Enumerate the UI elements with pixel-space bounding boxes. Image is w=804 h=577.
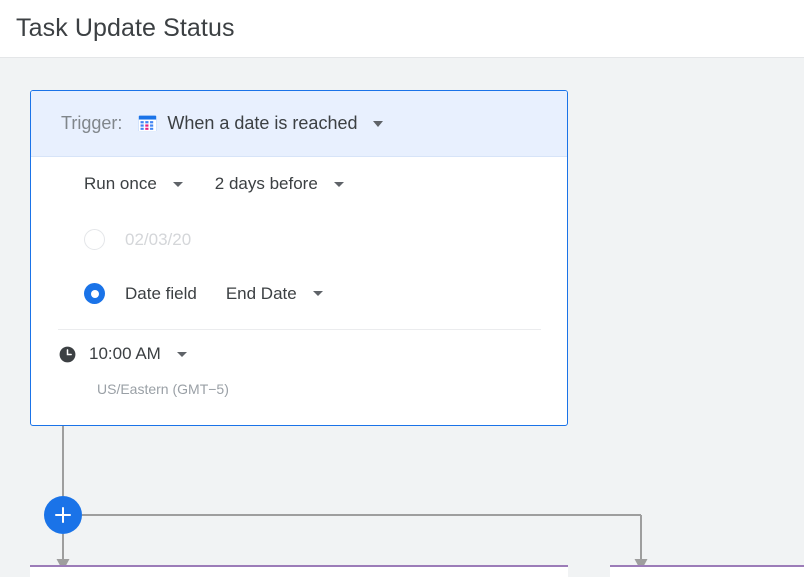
specific-date-option-row[interactable]: 02/03/20 xyxy=(31,229,191,250)
radio-date-field[interactable] xyxy=(84,283,105,304)
specific-date-value[interactable]: 02/03/20 xyxy=(125,230,191,250)
frequency-dropdown-label[interactable]: Run once xyxy=(84,174,157,194)
chevron-down-icon[interactable] xyxy=(373,120,384,127)
calendar-icon xyxy=(139,115,157,132)
trigger-label: Trigger: xyxy=(61,113,123,133)
date-field-dropdown-label[interactable]: End Date xyxy=(226,284,297,304)
time-dropdown-label[interactable]: 10:00 AM xyxy=(89,344,161,364)
trigger-card[interactable]: Trigger: When a date is reached Run once xyxy=(30,90,568,426)
app-header: Task Update Status xyxy=(0,0,804,58)
workflow-canvas: Trigger: When a date is reached Run once xyxy=(0,59,804,577)
frequency-chevron-down-icon[interactable] xyxy=(172,181,183,187)
radio-specific-date[interactable] xyxy=(84,229,105,250)
offset-chevron-down-icon[interactable] xyxy=(333,181,344,187)
page-title: Task Update Status xyxy=(16,14,235,42)
time-row: 10:00 AM xyxy=(31,344,187,364)
time-chevron-down-icon[interactable] xyxy=(176,351,187,357)
action-card-left[interactable] xyxy=(30,565,568,577)
trigger-card-header: Trigger: When a date is reached xyxy=(31,91,567,157)
date-field-label: Date field xyxy=(125,283,197,303)
schedule-row: Run once 2 days before xyxy=(31,174,344,194)
trigger-type-value[interactable]: When a date is reached xyxy=(167,113,357,134)
clock-icon xyxy=(59,346,76,362)
add-step-button[interactable] xyxy=(44,496,82,534)
date-field-chevron-down-icon[interactable] xyxy=(312,291,323,296)
action-card-right[interactable] xyxy=(610,565,804,577)
offset-dropdown-label[interactable]: 2 days before xyxy=(215,174,318,194)
timezone-label: US/Eastern (GMT−5) xyxy=(97,381,229,397)
date-field-option-row[interactable]: Date field End Date xyxy=(31,283,323,304)
card-divider xyxy=(58,329,541,330)
